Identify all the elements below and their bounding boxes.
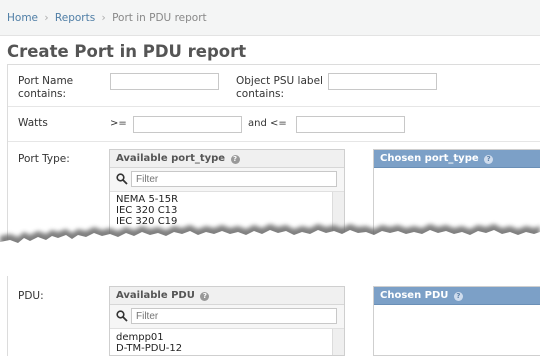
- available-port-type-header: Available port_type ?: [110, 150, 344, 168]
- list-item[interactable]: D-TM-PDU-12: [116, 343, 182, 354]
- row-divider: [8, 141, 540, 142]
- port-type-filter-row: [110, 168, 344, 192]
- help-icon[interactable]: ?: [230, 155, 240, 164]
- breadcrumb-separator: ›: [44, 12, 49, 24]
- pdu-filter-input[interactable]: [131, 308, 337, 324]
- chosen-port-type-title: Chosen port_type: [380, 153, 479, 164]
- chosen-pdu-list[interactable]: [374, 305, 540, 355]
- port-name-input[interactable]: [110, 73, 219, 90]
- breadcrumb-home-link[interactable]: Home: [7, 12, 38, 24]
- breadcrumb: Home › Reports › Port in PDU report: [7, 12, 207, 24]
- port-type-filter-input[interactable]: [131, 171, 337, 187]
- watts-max-input[interactable]: [296, 116, 405, 133]
- available-port-type-title: Available port_type: [116, 153, 226, 164]
- chosen-pdu-header: Chosen PDU ?: [374, 287, 540, 305]
- available-pdu-title: Available PDU: [116, 290, 195, 301]
- search-icon: [116, 173, 128, 185]
- help-icon[interactable]: ?: [484, 155, 494, 164]
- watts-min-input[interactable]: [133, 116, 242, 133]
- chosen-pdu-title: Chosen PDU: [380, 290, 449, 301]
- list-item[interactable]: dempp01: [116, 332, 164, 343]
- available-pdu-list[interactable]: dempp01 D-TM-PDU-12: [110, 329, 344, 355]
- help-icon[interactable]: ?: [200, 292, 210, 301]
- row-divider: [8, 106, 540, 107]
- pdu-filter-row: [110, 305, 344, 329]
- list-scrollbar[interactable]: [332, 329, 344, 355]
- pdu-label: PDU:: [18, 290, 44, 302]
- port-name-label: Port Name contains:: [18, 75, 74, 100]
- object-psu-input[interactable]: [328, 73, 437, 90]
- search-icon: [116, 310, 128, 322]
- breadcrumb-reports-link[interactable]: Reports: [55, 12, 95, 24]
- watts-lte-operator: and <=: [248, 118, 287, 129]
- help-icon[interactable]: ?: [453, 292, 463, 301]
- chosen-port-type-header: Chosen port_type ?: [374, 150, 540, 168]
- available-pdu-header: Available PDU ?: [110, 287, 344, 305]
- torn-edge-divider: [0, 224, 540, 280]
- page-title: Create Port in PDU report: [7, 42, 247, 61]
- watts-label: Watts: [18, 117, 48, 129]
- port-type-label: Port Type:: [18, 153, 70, 165]
- breadcrumb-current: Port in PDU report: [112, 12, 207, 24]
- list-item[interactable]: NEMA 5-15R: [116, 194, 178, 205]
- breadcrumb-separator: ›: [101, 12, 106, 24]
- watts-gte-operator: >=: [110, 118, 127, 129]
- object-psu-label: Object PSU label contains:: [236, 75, 323, 100]
